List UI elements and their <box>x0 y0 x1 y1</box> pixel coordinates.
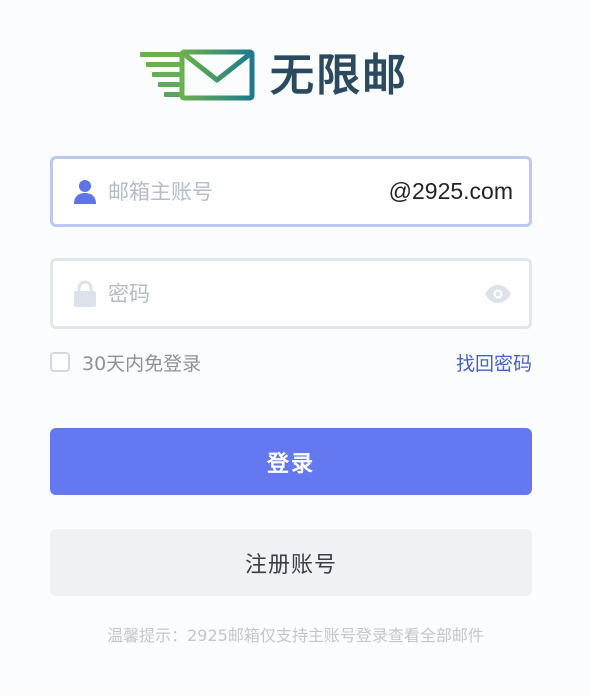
login-options: 30天内免登录 找回密码 <box>50 346 532 378</box>
password-input[interactable] <box>108 281 483 306</box>
eye-icon[interactable] <box>483 282 513 306</box>
account-field[interactable]: @2925.com <box>50 156 532 227</box>
envelope-speed-icon <box>140 49 255 101</box>
login-tip: 温馨提示：2925邮箱仅支持主账号登录查看全部邮件 <box>107 626 484 645</box>
remember-label: 30天内免登录 <box>82 352 202 375</box>
login-button[interactable]: 登录 <box>50 428 532 495</box>
account-input[interactable] <box>108 179 389 204</box>
remember-me[interactable]: 30天内免登录 <box>50 349 201 376</box>
forgot-password-link[interactable]: 找回密码 <box>456 349 532 376</box>
email-domain-suffix: @2925.com <box>388 178 513 204</box>
brand-name: 无限邮 <box>270 50 408 101</box>
user-icon <box>72 178 98 206</box>
remember-checkbox[interactable] <box>50 352 70 372</box>
lock-icon <box>72 279 98 308</box>
brand-logo: 无限邮 <box>138 48 408 104</box>
password-field[interactable] <box>50 258 532 329</box>
register-button[interactable]: 注册账号 <box>50 529 532 596</box>
